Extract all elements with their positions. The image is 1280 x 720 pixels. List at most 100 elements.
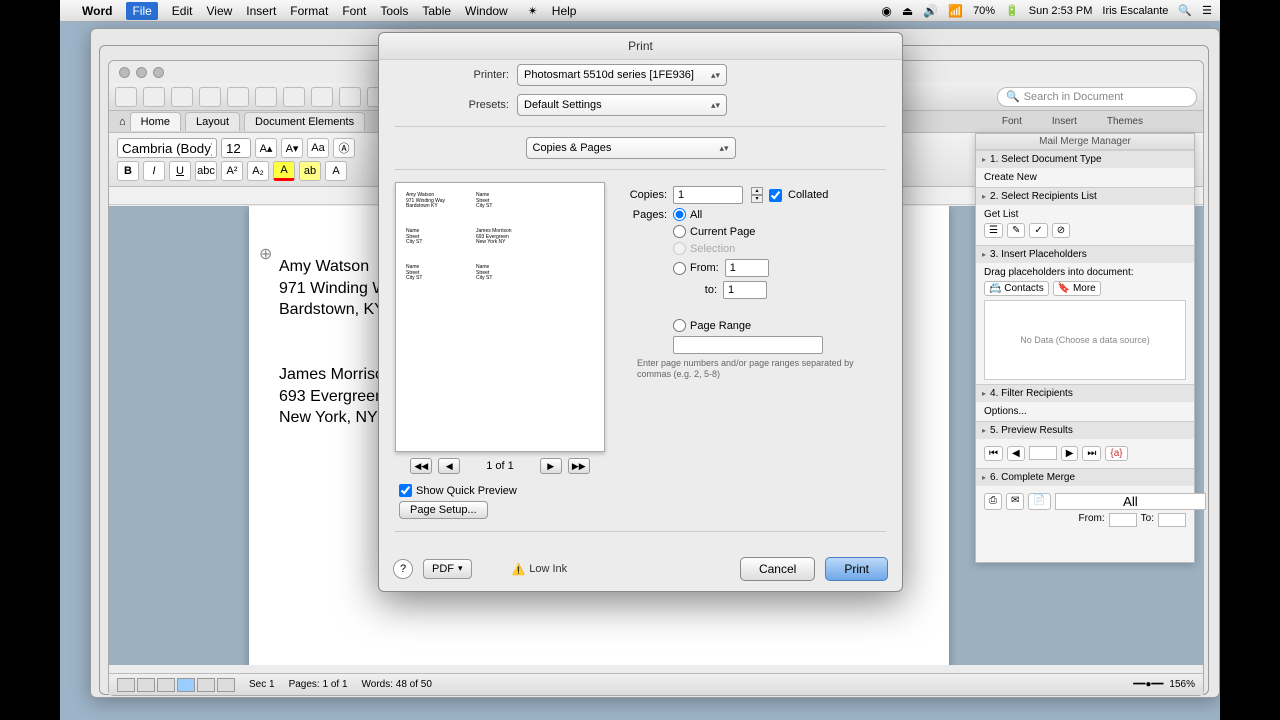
pages-all-radio[interactable]	[673, 208, 686, 221]
toolbar-button[interactable]	[339, 87, 361, 107]
mm-options[interactable]: Options...	[984, 406, 1027, 417]
page-range-input[interactable]	[673, 336, 823, 354]
app-name[interactable]: Word	[82, 4, 112, 18]
preview-prev-button[interactable]: ◀	[438, 458, 460, 474]
preview-first-button[interactable]: ◀◀	[410, 458, 432, 474]
mm-contacts-button[interactable]: 📇 Contacts	[984, 281, 1049, 296]
page-setup-button[interactable]: Page Setup...	[399, 501, 488, 519]
clock[interactable]: Sun 2:53 PM	[1029, 5, 1093, 17]
mm-step-1[interactable]: 1. Select Document Type	[976, 151, 1194, 168]
shrink-font-button[interactable]: A▾	[281, 138, 303, 158]
toolbar-button[interactable]	[283, 87, 305, 107]
mm-merge-button[interactable]: ✉	[1006, 493, 1024, 510]
highlight-button[interactable]: ab	[299, 161, 321, 181]
zoom-slider[interactable]: ━━●━━	[1133, 679, 1163, 690]
preview-next-button[interactable]: ▶	[540, 458, 562, 474]
toolbar-button[interactable]	[115, 87, 137, 107]
mm-merge-button[interactable]: ⎙	[984, 493, 1002, 510]
tab-layout[interactable]: Layout	[185, 112, 240, 131]
mm-merge-button[interactable]: 📄	[1028, 493, 1050, 510]
subscript-button[interactable]: A₂	[247, 161, 269, 181]
battery-icon[interactable]: 🔋	[1005, 4, 1019, 17]
underline-button[interactable]: U	[169, 161, 191, 181]
mm-merge-range[interactable]	[1055, 493, 1206, 510]
to-input[interactable]	[723, 281, 767, 299]
preview-last-button[interactable]: ▶▶	[568, 458, 590, 474]
view-switcher[interactable]	[117, 678, 235, 692]
font-size-select[interactable]	[221, 138, 251, 158]
mm-step-5[interactable]: 5. Preview Results	[976, 422, 1194, 439]
superscript-button[interactable]: A²	[221, 161, 243, 181]
zoom-value[interactable]: 156%	[1169, 679, 1195, 690]
menu-help[interactable]: Help	[552, 4, 577, 18]
mm-abc-button[interactable]: {a}	[1105, 446, 1127, 461]
print-section-select[interactable]: Copies & Pages▴▾	[526, 137, 736, 159]
user-name[interactable]: Iris Escalante	[1102, 5, 1168, 17]
italic-button[interactable]: I	[143, 161, 165, 181]
from-input[interactable]	[725, 259, 769, 277]
menu-window[interactable]: Window	[465, 4, 508, 18]
menu-view[interactable]: View	[206, 4, 232, 18]
printer-select[interactable]: Photosmart 5510d series [1FE936]▴▾	[517, 64, 727, 86]
menu-edit[interactable]: Edit	[172, 4, 193, 18]
mm-icon-button[interactable]: ⊘	[1052, 223, 1070, 238]
mm-icon-button[interactable]: ✓	[1029, 223, 1047, 238]
wifi-icon[interactable]: 📶	[948, 4, 963, 18]
notification-icon[interactable]: ☰	[1202, 4, 1212, 17]
menu-table[interactable]: Table	[422, 4, 451, 18]
clear-format-button[interactable]: Ⓐ	[333, 138, 355, 158]
tab-document-elements[interactable]: Document Elements	[244, 112, 365, 131]
search-input[interactable]: 🔍 Search in Document	[997, 87, 1197, 107]
menu-file[interactable]: File	[126, 2, 157, 20]
pages-current-radio[interactable]	[673, 225, 686, 238]
pages-from-radio[interactable]	[673, 262, 686, 275]
cancel-button[interactable]: Cancel	[740, 557, 815, 581]
volume-icon[interactable]: 🔊	[923, 4, 938, 18]
mm-to-input[interactable]	[1158, 513, 1186, 527]
tab-home[interactable]: Home	[130, 112, 181, 131]
toolbar-button[interactable]	[255, 87, 277, 107]
mm-record-input[interactable]	[1029, 446, 1057, 460]
mm-icon-button[interactable]: ✎	[1007, 223, 1025, 238]
battery-percent[interactable]: 70%	[973, 5, 995, 17]
menu-tools[interactable]: Tools	[380, 4, 408, 18]
sync-icon[interactable]: ◉	[881, 4, 891, 18]
grow-font-button[interactable]: A▴	[255, 138, 277, 158]
toolbar-button[interactable]	[171, 87, 193, 107]
mm-step-3[interactable]: 3. Insert Placeholders	[976, 246, 1194, 263]
page-range-radio[interactable]	[673, 319, 686, 332]
mm-get-list[interactable]: Get List	[984, 209, 1018, 220]
toolbar-button[interactable]	[311, 87, 333, 107]
bold-button[interactable]: B	[117, 161, 139, 181]
pdf-button[interactable]: PDF▾	[423, 559, 472, 579]
mm-nav-last[interactable]: ⏭	[1082, 446, 1101, 461]
menu-insert[interactable]: Insert	[246, 4, 276, 18]
mm-step-4[interactable]: 4. Filter Recipients	[976, 385, 1194, 402]
strike-button[interactable]: abc	[195, 161, 217, 181]
mm-nav-next[interactable]: ▶	[1061, 446, 1079, 461]
help-button[interactable]: ?	[393, 559, 413, 579]
text-effects-button[interactable]: A	[325, 161, 347, 181]
mm-step-6[interactable]: 6. Complete Merge	[976, 469, 1194, 486]
spotlight-icon[interactable]: 🔍	[1178, 4, 1192, 17]
copies-stepper[interactable]: ▴▾	[751, 187, 763, 203]
change-case-button[interactable]: Aa	[307, 138, 329, 158]
font-color-button[interactable]: A	[273, 161, 295, 181]
window-controls[interactable]	[119, 67, 164, 78]
copies-input[interactable]	[673, 186, 743, 204]
mm-create-new[interactable]: Create New	[984, 172, 1037, 183]
mm-icon-button[interactable]: ☰	[984, 223, 1003, 238]
toolbar-button[interactable]	[143, 87, 165, 107]
ribbon-home-icon[interactable]: ⌂	[119, 116, 126, 128]
mm-nav-first[interactable]: ⏮	[984, 446, 1003, 461]
menu-format[interactable]: Format	[290, 4, 328, 18]
mm-more-button[interactable]: 🔖 More	[1053, 281, 1101, 296]
mm-from-input[interactable]	[1109, 513, 1137, 527]
font-name-select[interactable]	[117, 138, 217, 158]
mm-nav-prev[interactable]: ◀	[1007, 446, 1025, 461]
mm-step-2[interactable]: 2. Select Recipients List	[976, 188, 1194, 205]
presets-select[interactable]: Default Settings▴▾	[517, 94, 727, 116]
menu-font[interactable]: Font	[342, 4, 366, 18]
toolbar-button[interactable]	[227, 87, 249, 107]
quick-preview-checkbox[interactable]	[399, 484, 412, 497]
